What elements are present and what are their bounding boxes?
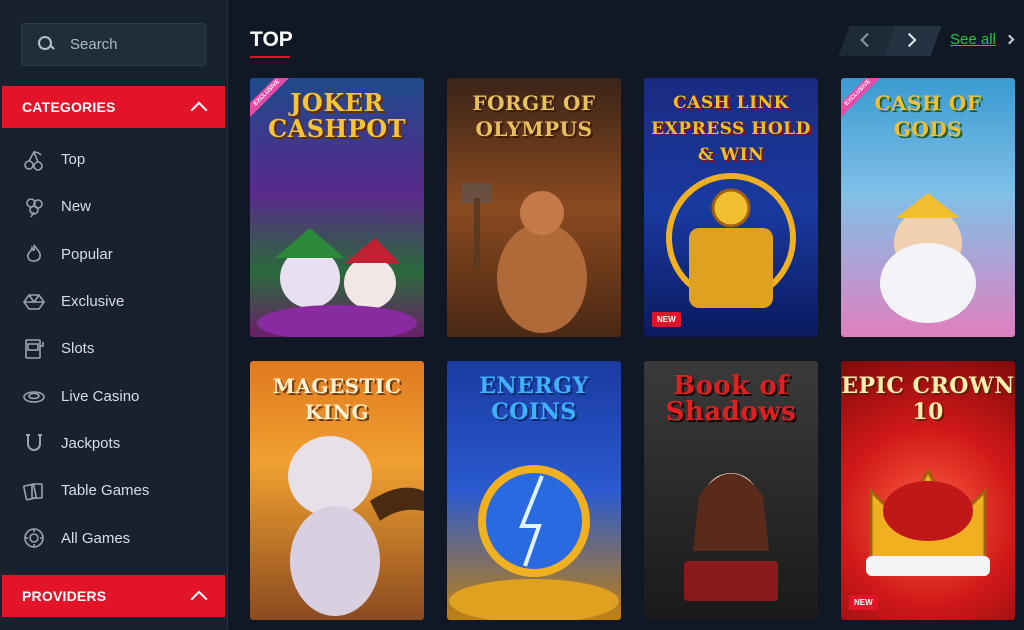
categories-header[interactable]: CATEGORIES xyxy=(2,86,225,128)
title-underline xyxy=(250,56,290,58)
flame-icon xyxy=(22,242,46,266)
cherries-icon xyxy=(22,148,46,172)
sidebar-item-label: Exclusive xyxy=(61,293,125,311)
game-card[interactable]: FORGE OF OLYMPUS xyxy=(447,78,621,337)
diamond-icon xyxy=(22,290,46,314)
game-card[interactable]: EPIC CROWN 10 NEW xyxy=(841,361,1015,620)
train-artwork xyxy=(666,173,796,308)
see-all-link[interactable]: See all xyxy=(950,31,1015,48)
sidebar-item-label: Jackpots xyxy=(61,434,121,452)
see-all-label: See all xyxy=(950,31,996,48)
game-card[interactable]: MAGESTIC KING xyxy=(250,361,424,620)
roulette-icon xyxy=(22,384,46,408)
game-card[interactable]: ENERGY COINS xyxy=(447,361,621,620)
search-icon xyxy=(38,35,56,54)
sidebar-item-all-games[interactable]: All Games xyxy=(0,514,228,561)
sidebar-item-exclusive[interactable]: Exclusive xyxy=(0,278,228,325)
witch-artwork xyxy=(684,473,778,601)
new-badge: NEW xyxy=(652,312,681,327)
cards-icon xyxy=(22,479,46,503)
sidebar-item-label: New xyxy=(61,198,92,216)
game-card[interactable]: Book of Shadows xyxy=(644,361,818,620)
game-card[interactable]: EXCLUSIVE JOKER CASHPOT xyxy=(250,78,424,337)
sidebar-item-label: Table Games xyxy=(61,482,150,500)
category-list: Top New Popular Exclusive Slots Live Cas… xyxy=(0,136,228,562)
clover-icon xyxy=(22,195,46,219)
casino-app: CATEGORIES Top New Popular xyxy=(0,0,1024,630)
sidebar-item-popular[interactable]: Popular xyxy=(0,231,228,278)
sidebar: CATEGORIES Top New Popular xyxy=(0,0,228,630)
sidebar-item-label: Popular xyxy=(61,245,113,263)
categories-label: CATEGORIES xyxy=(22,99,116,115)
game-card[interactable]: CASH LINK EXPRESS HOLD & WIN NEW xyxy=(644,78,818,337)
crown-artwork xyxy=(866,467,990,576)
sidebar-item-label: Slots xyxy=(61,340,95,358)
providers-header[interactable]: PROVIDERS xyxy=(2,575,225,617)
sidebar-item-label: Top xyxy=(61,151,86,169)
chevron-right-icon xyxy=(902,32,917,48)
search-input[interactable] xyxy=(70,36,190,53)
sidebar-item-top[interactable]: Top xyxy=(0,136,228,183)
coin-portal-artwork xyxy=(449,465,619,620)
zeus-artwork xyxy=(880,193,976,323)
game-card[interactable]: EXCLUSIVE CASH OF GODS xyxy=(841,78,1015,337)
next-button[interactable] xyxy=(884,26,942,56)
chevron-right-icon xyxy=(1004,34,1015,45)
sidebar-item-jackpots[interactable]: Jackpots xyxy=(0,420,228,467)
section-title: TOP xyxy=(250,28,293,51)
search-box[interactable] xyxy=(21,23,206,66)
sidebar-item-label: All Games xyxy=(61,529,131,547)
slot-machine-icon xyxy=(22,337,46,361)
main-content: TOP See all EXCLUSIVE JOKER CASHPOT FORG… xyxy=(228,0,1024,630)
chip-icon xyxy=(22,526,46,550)
sidebar-item-label: Live Casino xyxy=(61,387,140,405)
chevron-left-icon xyxy=(860,32,875,48)
chevron-up-icon[interactable] xyxy=(190,101,208,119)
horseshoe-icon xyxy=(22,431,46,455)
chevron-up-icon[interactable] xyxy=(190,590,208,608)
sidebar-item-table-games[interactable]: Table Games xyxy=(0,467,228,514)
lion-artwork xyxy=(288,436,424,616)
sidebar-item-new[interactable]: New xyxy=(0,183,228,230)
sidebar-item-slots[interactable]: Slots xyxy=(0,325,228,372)
hero-artwork xyxy=(462,183,587,333)
joker-artwork xyxy=(257,228,417,337)
new-badge: NEW xyxy=(849,595,878,610)
sidebar-item-live-casino[interactable]: Live Casino xyxy=(0,372,228,419)
providers-label: PROVIDERS xyxy=(22,588,107,604)
